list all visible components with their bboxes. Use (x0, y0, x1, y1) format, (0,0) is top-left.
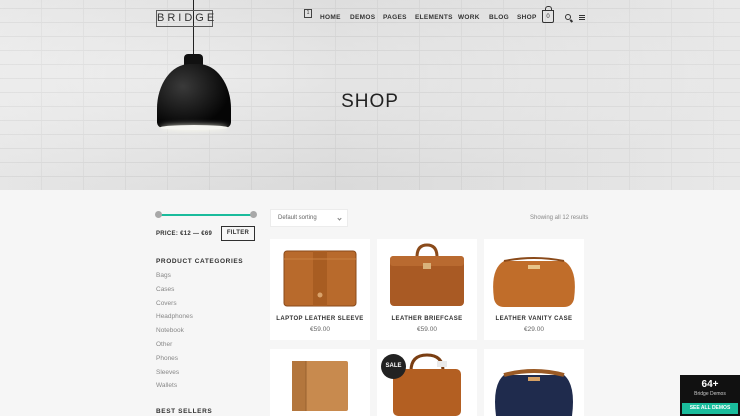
product-price: €59.00 (310, 326, 330, 333)
demos-label: Bridge Demos (694, 391, 726, 397)
price-range-label: PRICE: €12 — €69 (156, 231, 213, 237)
product-card[interactable]: SALE (377, 349, 477, 416)
category-item[interactable]: Cases (156, 286, 193, 301)
sort-dropdown-value: Default sorting (278, 215, 317, 221)
search-icon[interactable] (565, 14, 571, 20)
product-card[interactable]: LAPTOP LEATHER SLEEVE €59.00 (270, 239, 370, 340)
category-item[interactable]: Wallets (156, 383, 193, 397)
demos-count: 64+ (701, 379, 719, 390)
product-name[interactable]: LEATHER BRIEFCASE (377, 316, 477, 322)
product-card[interactable]: LEATHER BRIEFCASE €59.00 (377, 239, 477, 340)
notification-badge[interactable]: 1 (304, 9, 312, 18)
briefcase-image[interactable] (377, 239, 477, 314)
page-title: SHOP (341, 91, 399, 112)
filter-button[interactable]: FILTER (221, 226, 255, 241)
category-item[interactable]: Other (156, 341, 193, 356)
price-slider-track[interactable] (158, 214, 253, 216)
product-name[interactable]: LEATHER VANITY CASE (484, 316, 584, 322)
product-card[interactable]: LEATHER VANITY CASE €29.00 (484, 239, 584, 340)
nav-home[interactable]: HOME (320, 14, 341, 21)
category-item[interactable]: Sleeves (156, 369, 193, 384)
nav-pages[interactable]: PAGES (383, 14, 407, 21)
sale-badge: SALE (381, 354, 406, 379)
site-logo[interactable]: BRIDGE (156, 10, 214, 27)
see-all-demos-button[interactable]: SEE ALL DEMOS (682, 403, 738, 414)
menu-icon[interactable] (579, 15, 585, 20)
demos-widget: 64+ Bridge Demos SEE ALL DEMOS (680, 375, 740, 416)
category-item[interactable]: Bags (156, 272, 193, 287)
nav-blog[interactable]: BLOG (489, 14, 509, 21)
hero-banner: SHOP (0, 0, 740, 190)
sort-dropdown[interactable]: Default sorting (270, 209, 348, 227)
nav-elements[interactable]: ELEMENTS (415, 14, 453, 21)
vanity-case-image[interactable] (484, 239, 584, 314)
wallet-image[interactable] (270, 349, 370, 416)
cart-icon[interactable]: 0 (542, 6, 554, 23)
lamp-cord (193, 0, 194, 56)
chevron-down-icon (337, 216, 342, 221)
result-count: Showing all 12 results (530, 215, 589, 221)
product-price: €29.00 (524, 326, 544, 333)
price-slider-max-handle[interactable] (249, 211, 257, 218)
nav-demos[interactable]: DEMOS (350, 14, 375, 21)
nav-shop[interactable]: SHOP (517, 14, 537, 21)
product-price: €59.00 (417, 326, 437, 333)
category-item[interactable]: Covers (156, 300, 193, 315)
product-card[interactable] (270, 349, 370, 416)
price-slider-min-handle[interactable] (154, 211, 162, 218)
laptop-sleeve-image[interactable] (270, 239, 370, 314)
category-item[interactable]: Headphones (156, 314, 193, 328)
category-item[interactable]: Phones (156, 355, 193, 370)
product-categories-heading: PRODUCT CATEGORIES (156, 258, 244, 265)
category-item[interactable]: Notebook (156, 327, 193, 342)
product-name[interactable]: LAPTOP LEATHER SLEEVE (270, 316, 370, 322)
navy-travel-bag-image[interactable] (484, 349, 584, 416)
category-list: Bags Cases Covers Headphones Notebook Ot… (156, 272, 193, 397)
nav-work[interactable]: WORK (458, 14, 480, 21)
best-sellers-heading: BEST SELLERS (156, 408, 213, 415)
product-card[interactable] (484, 349, 584, 416)
lamp-light (160, 125, 228, 130)
